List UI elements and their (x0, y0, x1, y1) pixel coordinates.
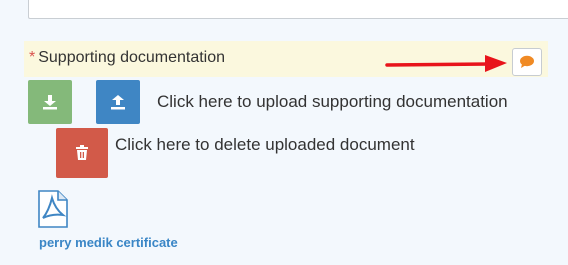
pdf-file-icon[interactable] (38, 190, 68, 228)
upload-button[interactable] (96, 80, 140, 124)
upload-link-text[interactable]: Click here to upload supporting document… (157, 92, 508, 112)
red-arrow-annotation (385, 55, 507, 72)
trash-icon (76, 145, 88, 160)
field-label-text: Supporting documentation (38, 49, 226, 66)
download-button[interactable] (28, 80, 72, 124)
comment-button[interactable] (512, 48, 542, 76)
download-icon (43, 95, 57, 110)
delete-button[interactable] (56, 128, 108, 178)
upload-icon (111, 95, 125, 110)
delete-link-text[interactable]: Click here to delete uploaded document (115, 135, 415, 155)
uploaded-file-link[interactable]: perry medik certificate (39, 235, 178, 250)
previous-field-box[interactable] (28, 0, 568, 19)
comment-icon (520, 55, 534, 68)
field-label: * Supporting documentation (29, 49, 225, 67)
required-marker: * (29, 49, 36, 66)
